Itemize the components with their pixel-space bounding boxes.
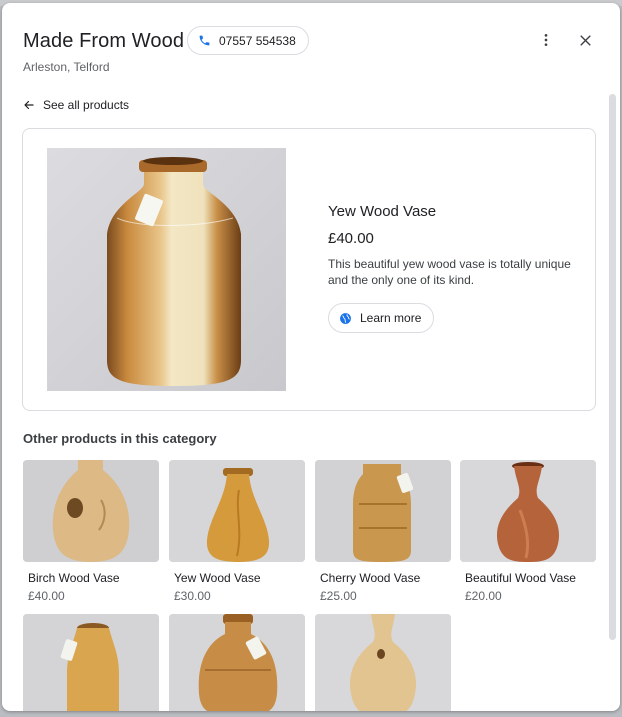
business-address: Arleston, Telford: [23, 60, 110, 74]
panel-header: Made From Wood 07557 554538 Arleston, Te…: [2, 3, 620, 95]
business-title: Made From Wood: [23, 30, 185, 52]
see-all-products-link[interactable]: See all products: [23, 98, 129, 112]
more-options-button[interactable]: [534, 28, 558, 52]
product-detail-card: Yew Wood Vase £40.00 This beautiful yew …: [22, 128, 596, 411]
product-image: [47, 148, 286, 391]
product-tile-row2-3[interactable]: [315, 614, 451, 711]
phone-number: 07557 554538: [219, 33, 296, 48]
product-thumbnail: [169, 460, 305, 562]
product-thumbnail: [460, 460, 596, 562]
product-tile-name: Birch Wood Vase: [28, 571, 120, 585]
product-thumbnail: [169, 614, 305, 711]
product-description: This beautiful yew wood vase is totally …: [328, 257, 571, 287]
business-product-panel: Made From Wood 07557 554538 Arleston, Te…: [2, 3, 620, 711]
product-tile-beautiful[interactable]: Beautiful Wood Vase £20.00: [460, 460, 596, 603]
product-price: £40.00: [328, 230, 374, 247]
product-thumbnail: [315, 614, 451, 711]
product-tile-price: £40.00: [28, 589, 65, 603]
learn-more-label: Learn more: [360, 311, 422, 325]
learn-more-button[interactable]: Learn more: [328, 303, 435, 333]
product-tile-birch[interactable]: Birch Wood Vase £40.00: [23, 460, 159, 603]
close-icon: [578, 33, 593, 48]
more-vert-icon: [538, 32, 554, 48]
product-tile-price: £30.00: [174, 589, 211, 603]
phone-button[interactable]: 07557 554538: [187, 26, 309, 55]
product-tile-row2-2[interactable]: [169, 614, 305, 711]
product-tile-price: £20.00: [465, 589, 502, 603]
product-tile-price: £25.00: [320, 589, 357, 603]
phone-icon: [198, 34, 211, 47]
product-thumbnail: [23, 460, 159, 562]
product-thumbnail: [23, 614, 159, 711]
globe-icon: [339, 312, 352, 325]
product-tile-name: Beautiful Wood Vase: [465, 571, 576, 585]
product-thumbnail: [315, 460, 451, 562]
close-button[interactable]: [573, 28, 597, 52]
product-tile-name: Cherry Wood Vase: [320, 571, 421, 585]
product-tile-cherry[interactable]: Cherry Wood Vase £25.00: [315, 460, 451, 603]
panel-content: See all products Yew Wood Vase £40.00 Th…: [2, 91, 620, 711]
other-products-heading: Other products in this category: [23, 431, 217, 446]
product-tile-yew[interactable]: Yew Wood Vase £30.00: [169, 460, 305, 603]
see-all-products-label: See all products: [43, 98, 130, 112]
arrow-back-icon: [23, 99, 35, 111]
product-tile-name: Yew Wood Vase: [174, 571, 261, 585]
product-name: Yew Wood Vase: [328, 203, 437, 220]
product-tile-row2-1[interactable]: [23, 614, 159, 711]
